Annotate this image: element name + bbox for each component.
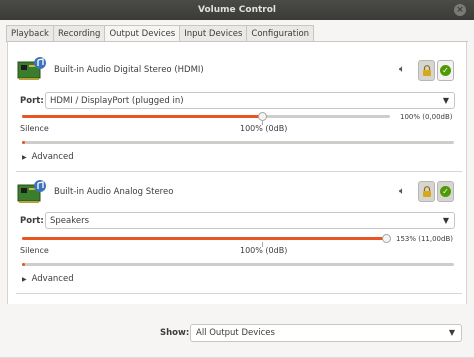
scale-label-100: 100% (0dB) [240,124,288,133]
advanced-expander[interactable]: ▶ Advanced [22,274,74,284]
speaker-icon[interactable]: 🔈︎ [399,186,405,197]
tab-playback[interactable]: Playback [6,25,54,42]
check-icon: ✓ [440,65,451,76]
window-title: Volume Control [198,5,276,15]
port-select[interactable]: Speakers ▼ [45,212,455,229]
title-bar: Volume Control × [0,0,474,20]
volume-value: 153% (11,00dB) [396,235,453,243]
port-select-value: Speakers [50,215,90,226]
balance-fill [22,263,25,266]
lock-channels-button[interactable] [418,181,435,202]
balance-track [22,263,454,266]
tab-bar: Playback Recording Output Devices Input … [6,25,315,42]
check-icon: ✓ [440,186,451,197]
tab-recording[interactable]: Recording [53,25,106,42]
scale-label-silence: Silence [20,246,49,255]
device-name: Built-in Audio Digital Stereo (HDMI) [54,65,204,75]
show-select[interactable]: All Output Devices ▼ [190,324,462,342]
advanced-expander[interactable]: ▶ Advanced [22,152,74,162]
port-select-value: HDMI / DisplayPort (plugged in) [50,95,184,106]
chevron-down-icon: ▼ [442,96,449,105]
disclosure-triangle-icon: ▶ [22,275,27,283]
device-separator [16,171,462,172]
set-default-button[interactable]: ✓ [437,181,454,202]
sound-card-icon [17,57,46,80]
advanced-label: Advanced [31,274,74,284]
port-label: Port: [20,96,44,106]
scale-label-100: 100% (0dB) [240,246,288,255]
show-select-value: All Output Devices [196,328,275,338]
tab-input-devices[interactable]: Input Devices [180,25,248,42]
device-name: Built-in Audio Analog Stereo [54,187,174,197]
advanced-label: Advanced [31,152,74,162]
set-default-button[interactable]: ✓ [437,60,454,81]
close-icon[interactable]: × [454,4,466,16]
show-label: Show: [160,328,190,338]
device-list-panel: Built-in Audio Digital Stereo (HDMI) 🔈︎ … [7,42,467,304]
port-select[interactable]: HDMI / DisplayPort (plugged in) ▼ [45,92,455,109]
port-label: Port: [20,216,44,226]
speaker-icon[interactable]: 🔈︎ [399,64,405,75]
sound-card-icon [17,180,46,203]
chevron-down-icon: ▼ [442,216,449,225]
balance-fill [22,141,25,144]
lock-icon [422,186,431,197]
tab-output-devices[interactable]: Output Devices [105,25,181,42]
volume-fill [22,115,263,118]
tab-configuration[interactable]: Configuration [247,25,315,42]
lock-icon [422,65,431,76]
lock-channels-button[interactable] [418,60,435,81]
volume-fill [22,237,390,240]
volume-value: 100% (0,00dB) [400,113,453,121]
disclosure-triangle-icon: ▶ [22,153,27,161]
device-separator [16,293,462,294]
balance-track [22,141,454,144]
volume-slider-handle[interactable] [382,234,391,243]
chevron-down-icon: ▼ [448,328,455,337]
scale-label-silence: Silence [20,124,49,133]
